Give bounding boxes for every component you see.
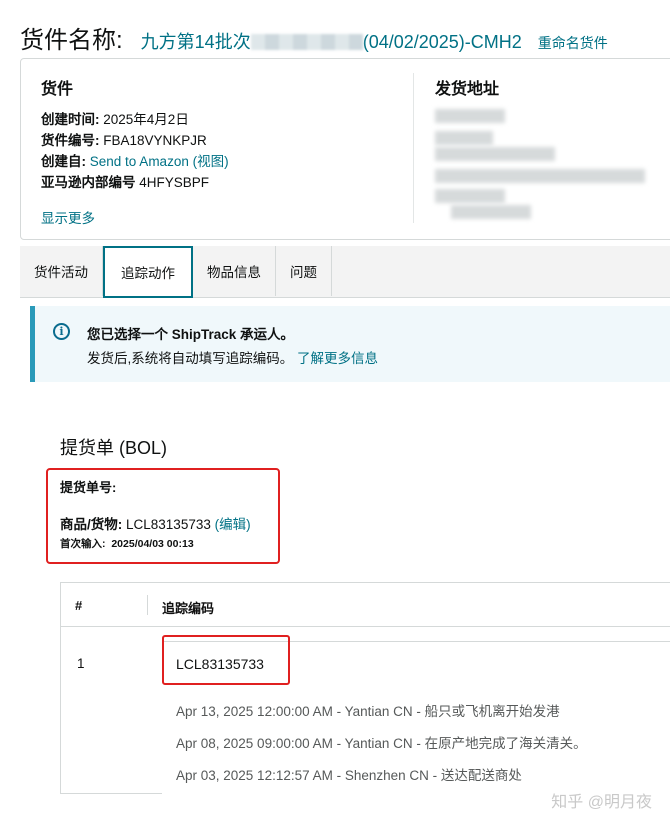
watermark: 知乎 @明月夜 <box>551 794 652 811</box>
alert-message: 发货后,系统将自动填写追踪编码。 <box>87 351 294 366</box>
column-divider <box>147 595 148 615</box>
created-row: 创建时间: 2025年4月2日 <box>41 109 229 130</box>
first-entry-row: 首次输入: 2025/04/03 00:13 <box>60 536 194 551</box>
redacted-blur <box>435 131 493 145</box>
tab-shipment-activity[interactable]: 货件活动 <box>20 246 103 296</box>
tracking-table: # 追踪编码 1 Apr 13, 2025 12:00:00 AM - Yant… <box>60 582 670 794</box>
shipment-name-suffix: (04/02/2025)-CMH2 <box>362 32 522 52</box>
shipment-section-title: 货件 <box>41 81 74 98</box>
shipment-title-row: 货件名称: 九方第14批次 (04/02/2025)-CMH2 重命名货件 <box>20 20 670 56</box>
goods-value: LCL83135733 <box>126 517 211 532</box>
table-header: # 追踪编码 <box>61 583 670 627</box>
redacted-blur <box>250 34 363 50</box>
edit-link[interactable]: (编辑) <box>215 517 251 532</box>
bol-heading: 提货单 (BOL) <box>60 438 168 458</box>
shipment-id-label: 货件编号: <box>41 133 100 148</box>
rename-shipment-link[interactable]: 重命名货件 <box>538 33 608 53</box>
shipment-id-row: 货件编号: FBA18VYNKPJR <box>41 130 229 151</box>
shipment-info-card: 货件 创建时间: 2025年4月2日 货件编号: FBA18VYNKPJR 创建… <box>20 58 670 240</box>
column-header-tracking-code: 追踪编码 <box>162 601 215 616</box>
created-by-row: 创建自: Send to Amazon (视图) <box>41 151 229 172</box>
column-divider <box>413 73 414 223</box>
shipment-name-prefix: 九方第14批次 <box>140 32 251 52</box>
tracking-event: Apr 03, 2025 12:12:57 AM - Shenzhen CN -… <box>176 768 522 783</box>
shipment-id-value: FBA18VYNKPJR <box>103 133 207 148</box>
redacted-blur <box>435 189 505 203</box>
redacted-blur <box>435 109 505 123</box>
first-entry-value: 2025/04/03 00:13 <box>111 538 194 550</box>
ship-from-address: 发货地址 <box>435 75 499 99</box>
created-label: 创建时间: <box>41 112 100 127</box>
created-by-link[interactable]: Send to Amazon (视图) <box>90 154 229 169</box>
tracking-code: LCL83135733 <box>176 656 264 672</box>
tab-issues[interactable]: 问题 <box>276 246 332 296</box>
tab-bar: 货件活动 追踪动作 物品信息 问题 <box>20 246 670 298</box>
tracking-event: Apr 13, 2025 12:00:00 AM - Yantian CN - … <box>176 704 560 719</box>
created-by-label: 创建自: <box>41 154 86 169</box>
redacted-blur <box>435 169 645 183</box>
created-value: 2025年4月2日 <box>103 112 189 127</box>
info-alert: i 您已选择一个 ShipTrack 承运人。 发货后,系统将自动填写追踪编码。… <box>30 306 670 382</box>
shipment-details: 货件 创建时间: 2025年4月2日 货件编号: FBA18VYNKPJR 创建… <box>41 75 229 193</box>
internal-id-row: 亚马逊内部编号 4HFYSBPF <box>41 172 229 193</box>
row-index: 1 <box>77 656 85 671</box>
tab-item-info[interactable]: 物品信息 <box>193 246 276 296</box>
page-title-label: 货件名称: <box>20 27 123 54</box>
tracking-event: Apr 08, 2025 09:00:00 AM - Yantian CN - … <box>176 736 587 751</box>
internal-id-value: 4HFYSBPF <box>139 175 210 190</box>
redacted-blur <box>435 147 555 161</box>
alert-title: 您已选择一个 ShipTrack 承运人。 <box>87 327 295 342</box>
goods-label: 商品/货物: <box>60 517 123 532</box>
bol-goods-row: 商品/货物: LCL83135733 (编辑) <box>60 513 251 533</box>
column-header-index: # <box>75 598 83 613</box>
bol-number-label: 提货单号: <box>60 480 117 495</box>
learn-more-link[interactable]: 了解更多信息 <box>297 351 378 366</box>
first-entry-label: 首次输入: <box>60 538 106 550</box>
address-section-title: 发货地址 <box>435 81 500 98</box>
tab-tracking[interactable]: 追踪动作 <box>103 246 193 298</box>
alert-text: 发货后,系统将自动填写追踪编码。 了解更多信息 <box>87 347 378 367</box>
shipment-name: 九方第14批次 (04/02/2025)-CMH2 <box>141 28 522 54</box>
info-icon: i <box>53 323 70 340</box>
redacted-blur <box>451 205 531 219</box>
internal-id-label: 亚马逊内部编号 <box>41 175 136 190</box>
show-more-link[interactable]: 显示更多 <box>41 207 95 227</box>
